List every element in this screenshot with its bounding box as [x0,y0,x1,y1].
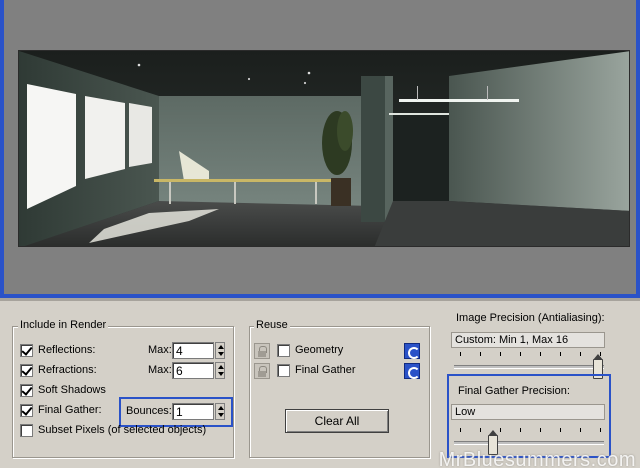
rendered-image [18,50,630,247]
refractions-label: Refractions: [38,364,97,376]
image-precision-title: Image Precision (Antialiasing): [456,312,605,324]
watermark: MrBluesummers.com [438,449,636,468]
geometry-lock-icon[interactable] [254,343,270,359]
reflections-label: Reflections: [38,344,96,356]
refractions-max-spinner[interactable] [215,362,225,379]
reflections-max-spinner[interactable] [215,342,225,359]
subset-pixels-checkbox[interactable] [20,424,33,437]
final-gather-precision-value[interactable]: Low [451,404,605,420]
viewport-frame [0,0,640,298]
final-gather-checkbox[interactable] [20,404,33,417]
render-settings-panel: Include in Render Reflections: Max: 4 Re… [0,301,640,468]
render-viewport [4,0,636,294]
rendered-room-scene [19,51,629,246]
reflections-max-input[interactable]: 4 [172,342,214,359]
refractions-max-label: Max: [148,364,172,376]
image-precision-slider-track[interactable] [454,365,604,369]
reuse-title: Reuse [254,319,290,331]
soft-shadows-label: Soft Shadows [38,384,106,396]
clear-all-button[interactable]: Clear All [285,409,389,433]
geometry-refresh-icon[interactable] [404,343,420,359]
final-gather-precision-title: Final Gather Precision: [458,385,570,397]
soft-shadows-checkbox[interactable] [20,384,33,397]
reuse-geometry-label: Geometry [295,344,344,356]
image-precision-value[interactable]: Custom: Min 1, Max 16 [451,332,605,348]
reflections-max-label: Max: [148,344,172,356]
subset-pixels-label: Subset Pixels (of selected objects) [38,424,207,436]
refractions-checkbox[interactable] [20,364,33,377]
include-in-render-title: Include in Render [18,319,109,331]
reflections-checkbox[interactable] [20,344,33,357]
final-gather-precision-slider-track[interactable] [454,441,604,445]
reuse-final-gather-checkbox[interactable] [277,364,290,377]
final-gather-refresh-icon[interactable] [404,363,420,379]
final-gather-lock-icon[interactable] [254,363,270,379]
reuse-geometry-checkbox[interactable] [277,344,290,357]
refractions-max-input[interactable]: 6 [172,362,214,379]
bounces-highlight-box [119,397,233,427]
reuse-final-gather-label: Final Gather [295,364,356,376]
final-gather-label: Final Gather: [38,404,102,416]
